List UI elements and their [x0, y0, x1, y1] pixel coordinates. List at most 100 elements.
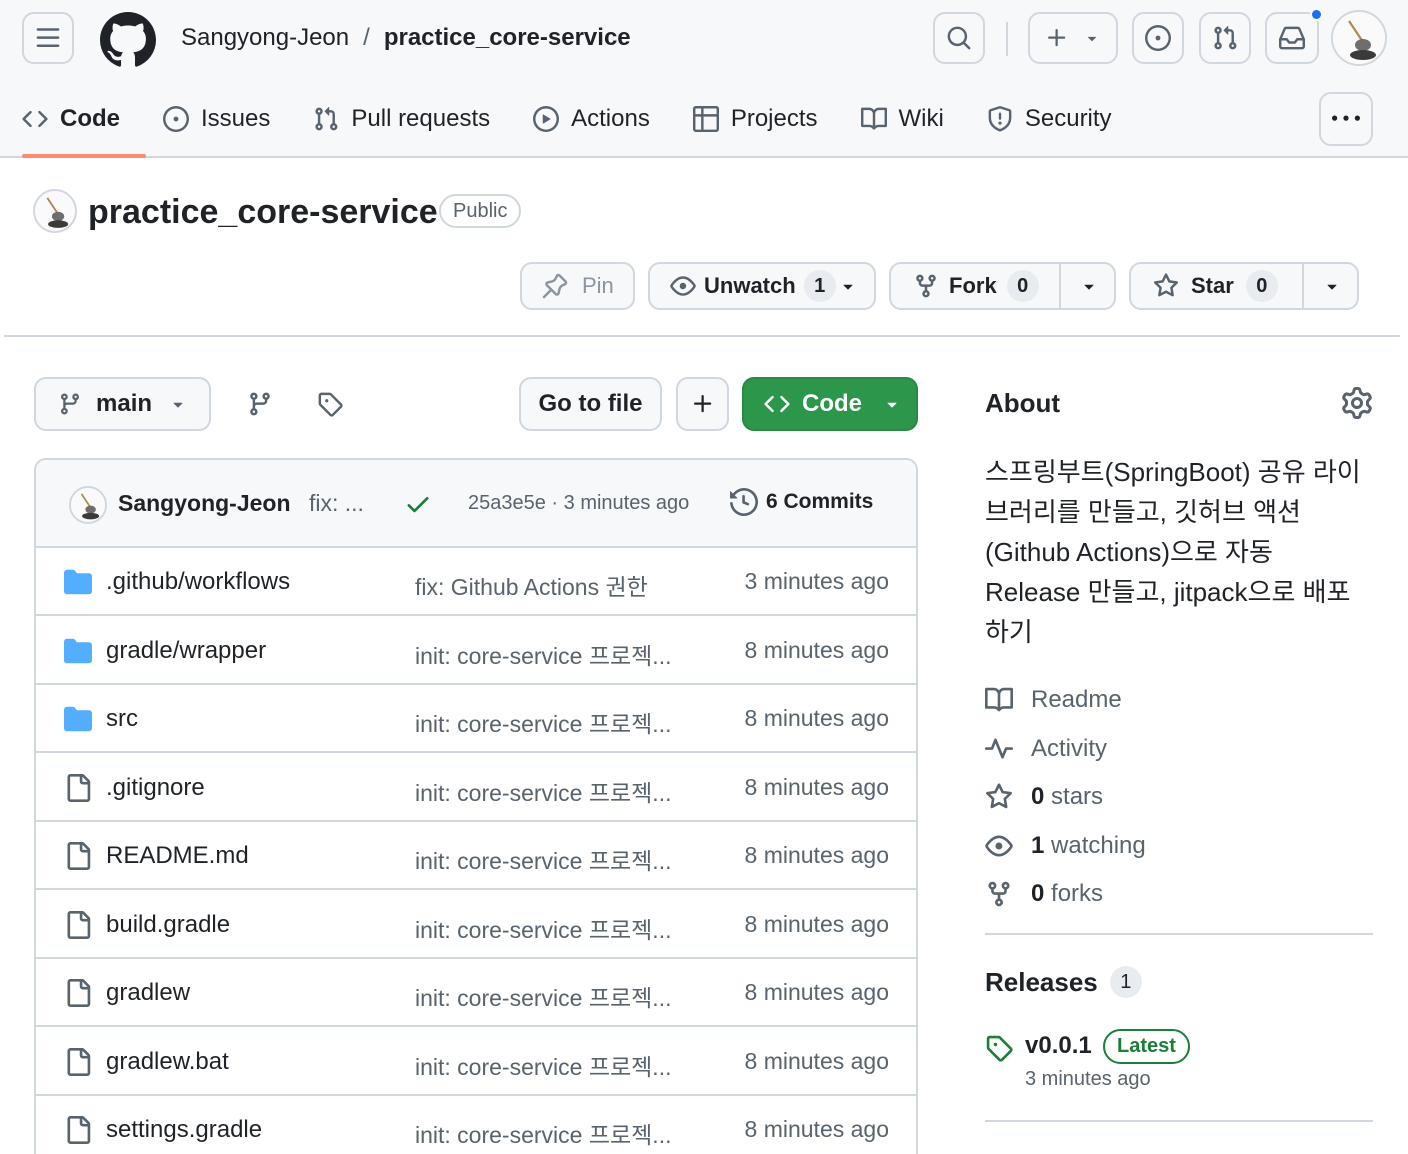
about-heading: About	[985, 388, 1061, 418]
file-row[interactable]: README.md init: core-service 프로젝... 8 minu…	[36, 822, 916, 890]
file-name-link[interactable]: gradle/wrapper	[106, 637, 266, 665]
release-time: 3 minutes ago	[1025, 1068, 1151, 1090]
fork-button[interactable]: Fork 0	[889, 262, 1116, 310]
file-commit-message-link[interactable]: init: core-service 프로젝...	[415, 705, 685, 739]
breadcrumb-owner-link[interactable]: Sangyong-Jeon	[181, 22, 349, 54]
code-dropdown-button[interactable]: Code	[742, 377, 918, 431]
file-type-icon	[64, 1116, 92, 1144]
global-header: Sangyong-Jeon / practice_core-service Co…	[0, 0, 1408, 158]
file-commit-message-link[interactable]: init: core-service 프로젝...	[415, 979, 685, 1013]
tab-security-label: Security	[1024, 105, 1112, 132]
go-to-file-button[interactable]: Go to file	[519, 377, 662, 431]
star-split-divider	[1302, 264, 1304, 308]
file-row[interactable]: gradlew.bat init: core-service 프로젝... 8 mi…	[36, 1028, 916, 1096]
file-commit-message-link[interactable]: init: core-service 프로젝...	[415, 1048, 685, 1082]
repo-title[interactable]: practice_core-service	[88, 192, 438, 232]
file-commit-message-link[interactable]: fix: Github Actions 권한	[415, 568, 685, 602]
your-issues-button[interactable]	[1132, 12, 1184, 64]
watch-dropdown[interactable]	[828, 264, 868, 308]
watch-button[interactable]: Unwatch 1	[648, 262, 876, 310]
gear-icon	[1342, 387, 1372, 419]
file-name-link[interactable]: src	[106, 705, 138, 733]
readme-link[interactable]: Readme	[985, 676, 1146, 725]
issue-icon	[1145, 25, 1171, 51]
notifications-button[interactable]	[1265, 8, 1323, 64]
description-line: 하기	[985, 617, 1033, 647]
add-file-button[interactable]	[676, 377, 729, 431]
commit-hash-time[interactable]: 25a3e5e · 3 minutes ago	[468, 492, 689, 515]
file-row[interactable]: src init: core-service 프로젝... 8 minutes ag…	[36, 685, 916, 753]
commit-author-link[interactable]: Sangyong-Jeon	[118, 490, 291, 517]
search-button[interactable]	[933, 12, 985, 64]
file-commit-message-link[interactable]: init: core-service 프로젝...	[415, 842, 685, 876]
file-commit-message-link[interactable]: init: core-service 프로젝...	[415, 774, 685, 808]
star-button[interactable]: Star 0	[1129, 262, 1359, 310]
file-row[interactable]: build.gradle init: core-service 프로젝... 8 m…	[36, 891, 916, 959]
file-browser: Sangyong-Jeon fix: ... 25a3e5e · 3 minut…	[34, 458, 918, 1154]
caret-down-icon	[1087, 36, 1097, 42]
pin-button[interactable]: Pin	[520, 262, 635, 310]
commit-message-link[interactable]: fix: ...	[309, 490, 364, 517]
forks-link[interactable]: 0 forks	[985, 870, 1146, 919]
watchers-link[interactable]: 1 watching	[985, 822, 1146, 871]
commit-author-avatar[interactable]	[69, 486, 107, 524]
file-commit-message-link[interactable]: init: core-service 프로젝...	[415, 911, 685, 945]
file-commit-message-link[interactable]: init: core-service 프로젝...	[415, 1116, 685, 1150]
branch-selector[interactable]: main	[34, 377, 211, 431]
more-tabs-button[interactable]	[1319, 92, 1373, 146]
file-row[interactable]: .gitignore init: core-service 프로젝... 8 min…	[36, 754, 916, 822]
table-icon	[692, 106, 719, 132]
file-icon	[67, 1047, 91, 1076]
file-name-link[interactable]: gradlew	[106, 979, 190, 1007]
avatar-hammer-icon	[1333, 12, 1385, 64]
file-name-link[interactable]: gradlew.bat	[106, 1048, 229, 1076]
code-icon	[764, 395, 790, 413]
tab-pull-requests[interactable]: Pull requests	[313, 96, 490, 142]
search-icon	[947, 26, 971, 50]
tab-security[interactable]: Security	[987, 96, 1112, 142]
commit-status-check[interactable]	[404, 490, 432, 518]
pull-request-icon	[1214, 25, 1237, 50]
file-row[interactable]: gradlew init: core-service 프로젝... 8 minute…	[36, 959, 916, 1027]
branches-link[interactable]	[240, 384, 280, 424]
commit-history-link[interactable]: 6 Commits	[730, 488, 873, 516]
file-commit-message-link[interactable]: init: core-service 프로젝...	[415, 637, 685, 671]
edit-about-button[interactable]	[1341, 387, 1373, 419]
create-new-button[interactable]	[1028, 12, 1118, 64]
tab-pull-requests-label: Pull requests	[351, 105, 491, 132]
github-logo-icon[interactable]	[100, 12, 156, 68]
description-line: 스프링부트(SpringBoot) 공유 라이	[985, 457, 1361, 487]
user-avatar[interactable]	[1331, 10, 1387, 66]
file-row[interactable]: settings.gradle init: core-service 프로젝...…	[36, 1096, 916, 1154]
book-icon	[985, 687, 1013, 712]
file-name-link[interactable]: build.gradle	[106, 911, 230, 939]
pulse-icon	[985, 738, 1013, 759]
breadcrumb-repo-link[interactable]: practice_core-service	[384, 22, 631, 54]
check-icon	[407, 497, 429, 513]
menu-button[interactable]	[22, 12, 74, 64]
your-pull-requests-button[interactable]	[1199, 12, 1251, 64]
stars-link[interactable]: 0 stars	[985, 773, 1146, 822]
tab-projects[interactable]: Projects	[692, 96, 818, 142]
tab-wiki[interactable]: Wiki	[860, 96, 944, 142]
tab-actions[interactable]: Actions	[533, 96, 650, 142]
tab-code[interactable]: Code	[22, 96, 120, 142]
eye-icon	[985, 835, 1013, 857]
file-name-link[interactable]: settings.gradle	[106, 1116, 262, 1144]
fork-dropdown[interactable]	[1063, 264, 1114, 308]
releases-heading[interactable]: Releases 1	[985, 966, 1142, 998]
file-name-link[interactable]: .github/workflows	[106, 568, 290, 596]
file-commit-age: 8 minutes ago	[744, 979, 889, 1005]
file-name-link[interactable]: README.md	[106, 842, 249, 870]
activity-link[interactable]: Activity	[985, 725, 1146, 774]
file-commit-age: 8 minutes ago	[744, 705, 889, 731]
tab-code-label: Code	[60, 105, 120, 132]
file-row[interactable]: gradle/wrapper init: core-service 프로젝... 8…	[36, 617, 916, 685]
tags-link[interactable]	[310, 384, 350, 424]
file-name-link[interactable]: .gitignore	[106, 774, 205, 802]
release-name-link[interactable]: v0.0.1	[1025, 1032, 1092, 1060]
file-row[interactable]: .github/workflows fix: Github Actions 권한 3…	[36, 548, 916, 616]
star-dropdown[interactable]	[1306, 264, 1357, 308]
repo-owner-avatar[interactable]	[33, 189, 77, 233]
tab-issues[interactable]: Issues	[163, 96, 270, 142]
